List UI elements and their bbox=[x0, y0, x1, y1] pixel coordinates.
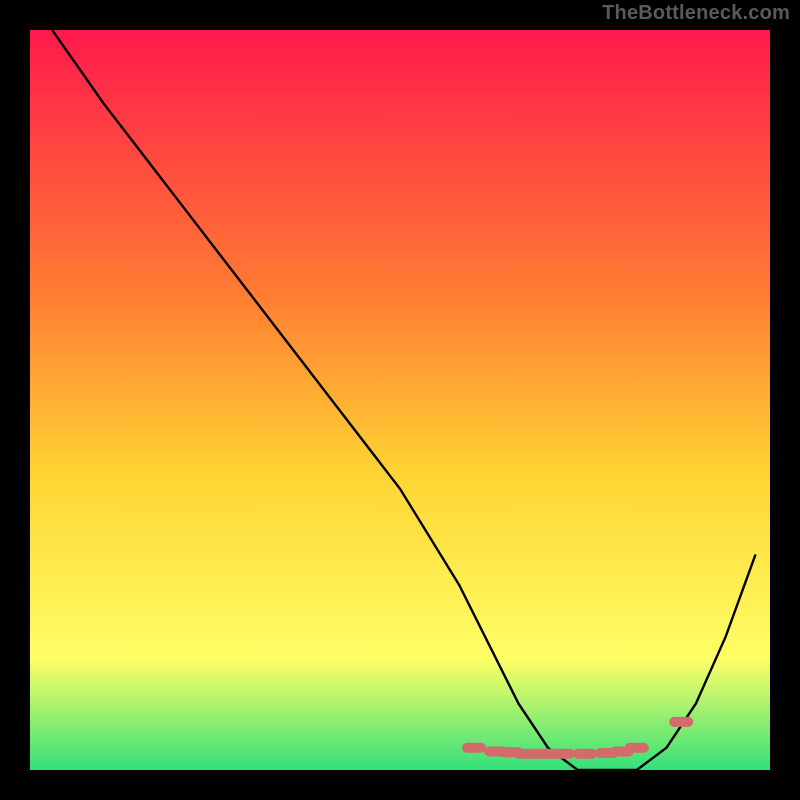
plot-svg bbox=[30, 30, 770, 770]
plot-area bbox=[30, 30, 770, 770]
chart-frame: TheBottleneck.com bbox=[0, 0, 800, 800]
watermark-text: TheBottleneck.com bbox=[602, 2, 790, 25]
gradient-bg bbox=[30, 30, 770, 770]
